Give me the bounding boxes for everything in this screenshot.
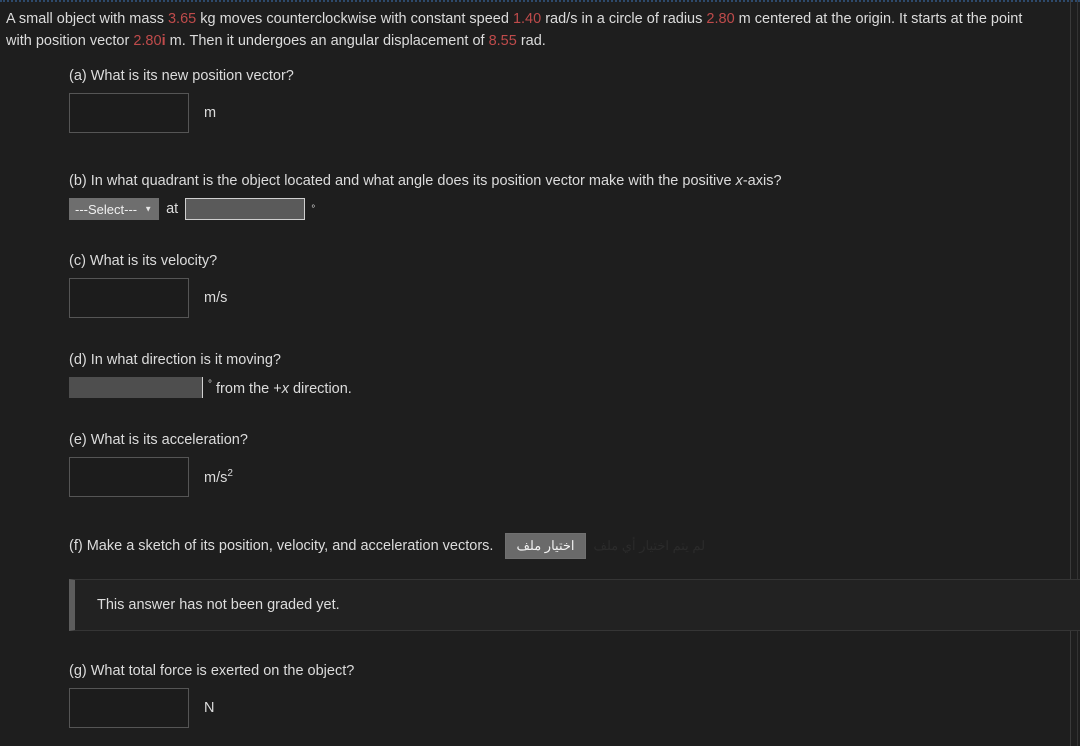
problem-text-2: kg moves counterclockwise with constant … (196, 11, 513, 27)
problem-radius-value: 2.80 (706, 11, 735, 27)
part-b-question-post: -axis? (742, 173, 782, 189)
part-f: (f) Make a sketch of its position, veloc… (69, 533, 1080, 631)
part-e-unit-exponent: 2 (227, 468, 233, 480)
part-c-unit: m/s (204, 290, 228, 306)
file-status-label: لم يتم اختيار أي ملف (593, 538, 706, 553)
part-d-suffix-post: direction. (288, 380, 352, 397)
part-g-answer-row: N (69, 688, 1080, 728)
part-d-suffix: ° from the +x direction. (208, 379, 352, 397)
part-e-unit: m/s2 (204, 468, 233, 486)
part-f-question-row: (f) Make a sketch of its position, veloc… (69, 533, 1080, 559)
part-e-input[interactable] (69, 457, 189, 497)
problem-text-3: rad/s in a circle of radius (541, 11, 707, 27)
part-b: (b) In what quadrant is the object locat… (69, 171, 1080, 220)
part-g-question: (g) What total force is exerted on the o… (69, 663, 355, 679)
part-g-input[interactable] (69, 688, 189, 728)
grading-notice-text: This answer has not been graded yet. (97, 597, 340, 613)
part-e-unit-base: m/s (204, 469, 228, 486)
problem-displacement-value: 8.55 (488, 33, 517, 49)
part-d-question: (d) In what direction is it moving? (69, 352, 281, 368)
part-e-question: (e) What is its acceleration? (69, 432, 248, 448)
part-d-input[interactable] (69, 377, 203, 398)
part-d: (d) In what direction is it moving? ° fr… (69, 350, 1080, 398)
part-c-answer-row: m/s (69, 278, 1080, 318)
chevron-down-icon: ▼ (144, 204, 153, 214)
part-g-unit: N (204, 700, 215, 716)
part-b-at-label: at (166, 201, 179, 217)
part-e: (e) What is its acceleration? m/s2 (69, 430, 1080, 497)
grading-notice: This answer has not been graded yet. (69, 579, 1080, 631)
part-a-answer-row: m (69, 93, 1080, 133)
problem-speed-value: 1.40 (512, 11, 542, 27)
part-b-unit: ° (311, 203, 316, 215)
part-b-answer-row: ---Select--- ▼ at ° (69, 198, 1080, 220)
part-b-quadrant-select[interactable]: ---Select--- ▼ (69, 198, 160, 220)
part-b-angle-input[interactable] (185, 198, 306, 220)
part-a-unit: m (204, 105, 217, 121)
problem-text-1: A small object with mass (6, 11, 168, 27)
part-a-input[interactable] (69, 93, 189, 133)
part-d-suffix-pre: from the + (212, 380, 282, 397)
part-g: (g) What total force is exerted on the o… (69, 661, 1080, 728)
problem-position-value: 2.80 (133, 33, 162, 49)
part-b-question: (b) In what quadrant is the object locat… (69, 171, 1080, 191)
part-f-question: (f) Make a sketch of its position, veloc… (69, 538, 494, 554)
part-b-question-axis: x (735, 173, 743, 189)
problem-text-6: rad. (516, 33, 546, 49)
problem-statement: A small object with mass 3.65 kg moves c… (0, 0, 1052, 52)
parts-list: (a) What is its new position vector? m (… (69, 66, 1080, 728)
part-d-suffix-axis: x (281, 380, 289, 397)
problem-mass-value: 3.65 (167, 11, 197, 27)
part-c-input[interactable] (69, 278, 189, 318)
part-d-answer-row: ° from the +x direction. (69, 377, 1080, 398)
problem-content: A small object with mass 3.65 kg moves c… (0, 0, 1080, 728)
part-b-select-value: ---Select--- (75, 201, 138, 217)
choose-file-button[interactable]: اختيار ملف (505, 533, 586, 559)
part-e-answer-row: m/s2 (69, 457, 1080, 497)
problem-text-5: m. Then it undergoes an angular displace… (165, 33, 489, 49)
part-a-question: (a) What is its new position vector? (69, 68, 294, 84)
part-c-question: (c) What is its velocity? (69, 253, 218, 269)
part-c: (c) What is its velocity? m/s (69, 251, 1080, 318)
part-a: (a) What is its new position vector? m (69, 66, 1080, 133)
part-b-question-pre: (b) In what quadrant is the object locat… (69, 173, 736, 189)
